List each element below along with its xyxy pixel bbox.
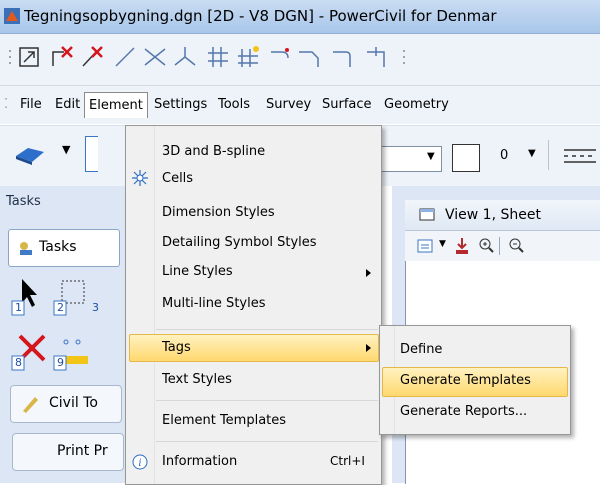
menu-item-tags[interactable]: Tags [162, 340, 191, 355]
corner-join-icon[interactable] [364, 44, 390, 70]
task-icon-grid: 1 2 3 8 9 [10, 277, 126, 377]
view-title-bar[interactable]: View 1, Sheet [405, 200, 600, 231]
trim-multiple-icon[interactable] [205, 44, 231, 70]
menu-item-information[interactable]: Information [162, 454, 237, 469]
menu-element[interactable]: Element [84, 92, 148, 118]
submenu-item-generate-reports[interactable]: Generate Reports... [400, 404, 527, 419]
toolbar-divider [548, 140, 549, 170]
info-icon: i [132, 454, 148, 470]
view-attributes-dropdown-icon[interactable]: ▼ [439, 239, 446, 249]
chamfer-icon[interactable] [296, 44, 322, 70]
menu-item-element-templates[interactable]: Element Templates [162, 413, 286, 428]
line-style-icon[interactable] [560, 144, 600, 168]
menu-item-line-styles[interactable]: Line Styles [162, 264, 233, 279]
menu-separator [156, 441, 378, 442]
zoom-in-icon[interactable] [477, 236, 495, 256]
icon-number-1: 1 [15, 301, 22, 314]
update-view-icon[interactable] [453, 236, 471, 256]
tasks-header: Tasks [6, 194, 41, 209]
title-bar: Tegningsopbygning.dgn [2D - V8 DGN] - Po… [0, 0, 600, 34]
view-window-icon [419, 208, 435, 221]
view-toolbar-divider [499, 237, 500, 255]
line-icon[interactable] [112, 44, 138, 70]
information-shortcut: Ctrl+I [330, 454, 365, 468]
icon-number-8: 8 [15, 356, 22, 369]
chevron-down-icon: ▼ [427, 151, 435, 162]
delete-element-icon[interactable] [50, 44, 76, 70]
fillet-icon[interactable] [268, 44, 294, 70]
menu-item-3d-bspline[interactable]: 3D and B-spline [162, 144, 265, 159]
menu-edit[interactable]: Edit [51, 94, 84, 116]
toolbar-separator-icon [403, 50, 405, 64]
print-button[interactable]: Print Pr [12, 433, 124, 471]
print-button-label: Print Pr [57, 443, 108, 459]
menu-surface[interactable]: Surface [318, 94, 376, 116]
zoom-out-icon[interactable] [507, 236, 525, 256]
delete-partial-icon[interactable] [80, 44, 106, 70]
civil-tools-label: Civil To [49, 395, 98, 411]
menu-tools[interactable]: Tools [214, 94, 254, 116]
trim-tip-icon[interactable] [236, 44, 262, 70]
menu-item-detailing-symbol-styles[interactable]: Detailing Symbol Styles [162, 235, 317, 250]
icon-number-3: 3 [92, 301, 99, 314]
menu-item-dimension-styles[interactable]: Dimension Styles [162, 205, 275, 220]
tasks-tab[interactable]: Tasks [8, 229, 120, 267]
menu-item-multiline-styles[interactable]: Multi-line Styles [162, 296, 266, 311]
tasks-tab-label: Tasks [39, 239, 77, 255]
window-title: Tegningsopbygning.dgn [2D - V8 DGN] - Po… [24, 7, 497, 25]
menu-bar: ⁚ File Edit Element Settings Tools Surve… [0, 86, 600, 124]
menu-item-cells[interactable]: Cells [162, 171, 193, 186]
icon-number-9: 9 [57, 356, 64, 369]
civil-tools-button[interactable]: Civil To [10, 385, 122, 423]
menu-settings[interactable]: Settings [150, 94, 211, 116]
menu-item-text-styles[interactable]: Text Styles [162, 372, 232, 387]
view-toolbar: ▼ [405, 231, 600, 261]
tasks-icon [20, 242, 32, 255]
tags-submenu-arrow-icon [366, 344, 371, 352]
line-styles-submenu-arrow-icon [366, 269, 371, 277]
tags-submenu: Define Generate Templates Generate Repor… [379, 325, 571, 435]
extend-icon[interactable] [172, 44, 198, 70]
menu-file[interactable]: File [16, 94, 46, 116]
intersect-icon[interactable] [142, 44, 168, 70]
weight-dropdown-icon[interactable]: ▼ [528, 148, 536, 159]
svg-text:i: i [138, 458, 141, 469]
corner-icon[interactable] [330, 44, 356, 70]
app-icon [4, 8, 20, 24]
menu-survey[interactable]: Survey [262, 94, 315, 116]
drawing-toolbar [0, 34, 600, 86]
submenu-item-generate-templates[interactable]: Generate Templates [400, 373, 531, 388]
dropdown-arrow-icon[interactable]: ▼ [62, 143, 70, 156]
color-combo[interactable]: ▼ [380, 146, 442, 172]
weight-value[interactable]: 0 [500, 148, 508, 163]
element-menu: 3D and B-spline Cells Dimension Styles D… [125, 125, 382, 485]
menu-separator [156, 329, 378, 330]
civil-tools-icon [23, 397, 38, 413]
cells-icon [132, 170, 148, 186]
color-swatch[interactable] [452, 144, 480, 172]
view-attributes-icon[interactable] [417, 237, 435, 255]
menubar-grip: ⁚ [4, 97, 9, 112]
view-title: View 1, Sheet [445, 207, 541, 223]
select-element-icon[interactable] [16, 44, 42, 70]
menu-geometry[interactable]: Geometry [380, 94, 453, 116]
submenu-item-define[interactable]: Define [400, 342, 442, 357]
level-display-icon[interactable] [14, 142, 54, 166]
icon-number-2: 2 [57, 301, 64, 314]
menu-separator [156, 400, 378, 401]
level-combo[interactable] [85, 136, 98, 172]
